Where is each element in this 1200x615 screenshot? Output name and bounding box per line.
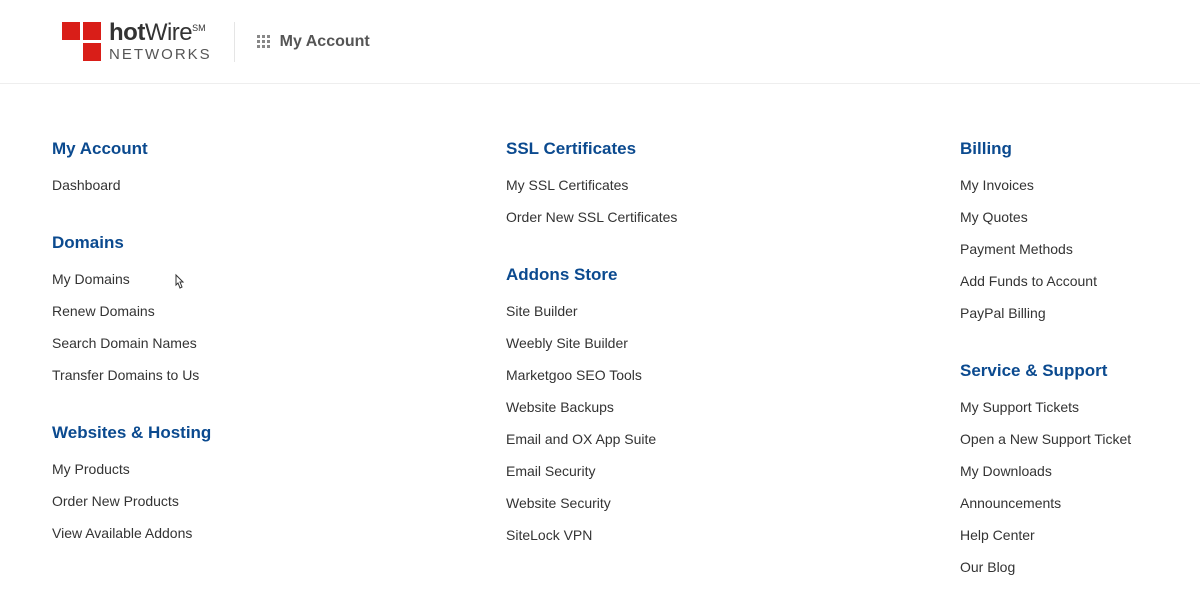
link-website-backups[interactable]: Website Backups [506, 399, 940, 415]
link-payment-methods[interactable]: Payment Methods [960, 241, 1160, 257]
column-1: My Account Dashboard Domains My Domains … [52, 139, 486, 615]
logo-text: hotWireSM NETWORKS [109, 21, 212, 62]
link-view-addons[interactable]: View Available Addons [52, 525, 486, 541]
link-paypal-billing[interactable]: PayPal Billing [960, 305, 1160, 321]
content: My Account Dashboard Domains My Domains … [0, 84, 1200, 615]
link-my-ssl-certificates[interactable]: My SSL Certificates [506, 177, 940, 193]
section-domains: Domains My Domains Renew Domains Search … [52, 233, 486, 383]
link-our-blog[interactable]: Our Blog [960, 559, 1160, 575]
link-dashboard[interactable]: Dashboard [52, 177, 486, 193]
section-service-support: Service & Support My Support Tickets Ope… [960, 361, 1160, 575]
link-website-security[interactable]: Website Security [506, 495, 940, 511]
cursor-pointer-icon [170, 273, 190, 298]
header: hotWireSM NETWORKS My Account [0, 0, 1200, 84]
link-add-funds[interactable]: Add Funds to Account [960, 273, 1160, 289]
link-transfer-domains[interactable]: Transfer Domains to Us [52, 367, 486, 383]
link-my-invoices[interactable]: My Invoices [960, 177, 1160, 193]
link-site-builder[interactable]: Site Builder [506, 303, 940, 319]
link-open-support-ticket[interactable]: Open a New Support Ticket [960, 431, 1160, 447]
link-my-domains[interactable]: My Domains [52, 271, 486, 287]
section-title-billing: Billing [960, 139, 1160, 159]
section-title-support: Service & Support [960, 361, 1160, 381]
link-help-center[interactable]: Help Center [960, 527, 1160, 543]
section-addons-store: Addons Store Site Builder Weebly Site Bu… [506, 265, 940, 543]
link-email-ox[interactable]: Email and OX App Suite [506, 431, 940, 447]
column-3: Billing My Invoices My Quotes Payment Me… [960, 139, 1160, 615]
link-sitelock-vpn[interactable]: SiteLock VPN [506, 527, 940, 543]
section-title-domains: Domains [52, 233, 486, 253]
logo-icon [62, 22, 101, 61]
section-title-addons: Addons Store [506, 265, 940, 285]
link-search-domain-names[interactable]: Search Domain Names [52, 335, 486, 351]
link-my-support-tickets[interactable]: My Support Tickets [960, 399, 1160, 415]
section-title-hosting: Websites & Hosting [52, 423, 486, 443]
link-my-downloads[interactable]: My Downloads [960, 463, 1160, 479]
link-weebly-site-builder[interactable]: Weebly Site Builder [506, 335, 940, 351]
logo[interactable]: hotWireSM NETWORKS [62, 21, 212, 62]
section-title-ssl: SSL Certificates [506, 139, 940, 159]
link-marketgoo-seo[interactable]: Marketgoo SEO Tools [506, 367, 940, 383]
section-ssl: SSL Certificates My SSL Certificates Ord… [506, 139, 940, 225]
section-title-my-account: My Account [52, 139, 486, 159]
section-billing: Billing My Invoices My Quotes Payment Me… [960, 139, 1160, 321]
link-order-ssl-certificates[interactable]: Order New SSL Certificates [506, 209, 940, 225]
nav-my-account[interactable]: My Account [257, 33, 370, 51]
section-my-account: My Account Dashboard [52, 139, 486, 193]
link-renew-domains[interactable]: Renew Domains [52, 303, 486, 319]
link-announcements[interactable]: Announcements [960, 495, 1160, 511]
column-2: SSL Certificates My SSL Certificates Ord… [506, 139, 940, 615]
link-my-quotes[interactable]: My Quotes [960, 209, 1160, 225]
apps-grid-icon [257, 35, 270, 48]
nav-label: My Account [280, 33, 370, 51]
link-order-new-products[interactable]: Order New Products [52, 493, 486, 509]
section-websites-hosting: Websites & Hosting My Products Order New… [52, 423, 486, 541]
link-my-products[interactable]: My Products [52, 461, 486, 477]
header-divider [234, 22, 235, 62]
link-email-security[interactable]: Email Security [506, 463, 940, 479]
